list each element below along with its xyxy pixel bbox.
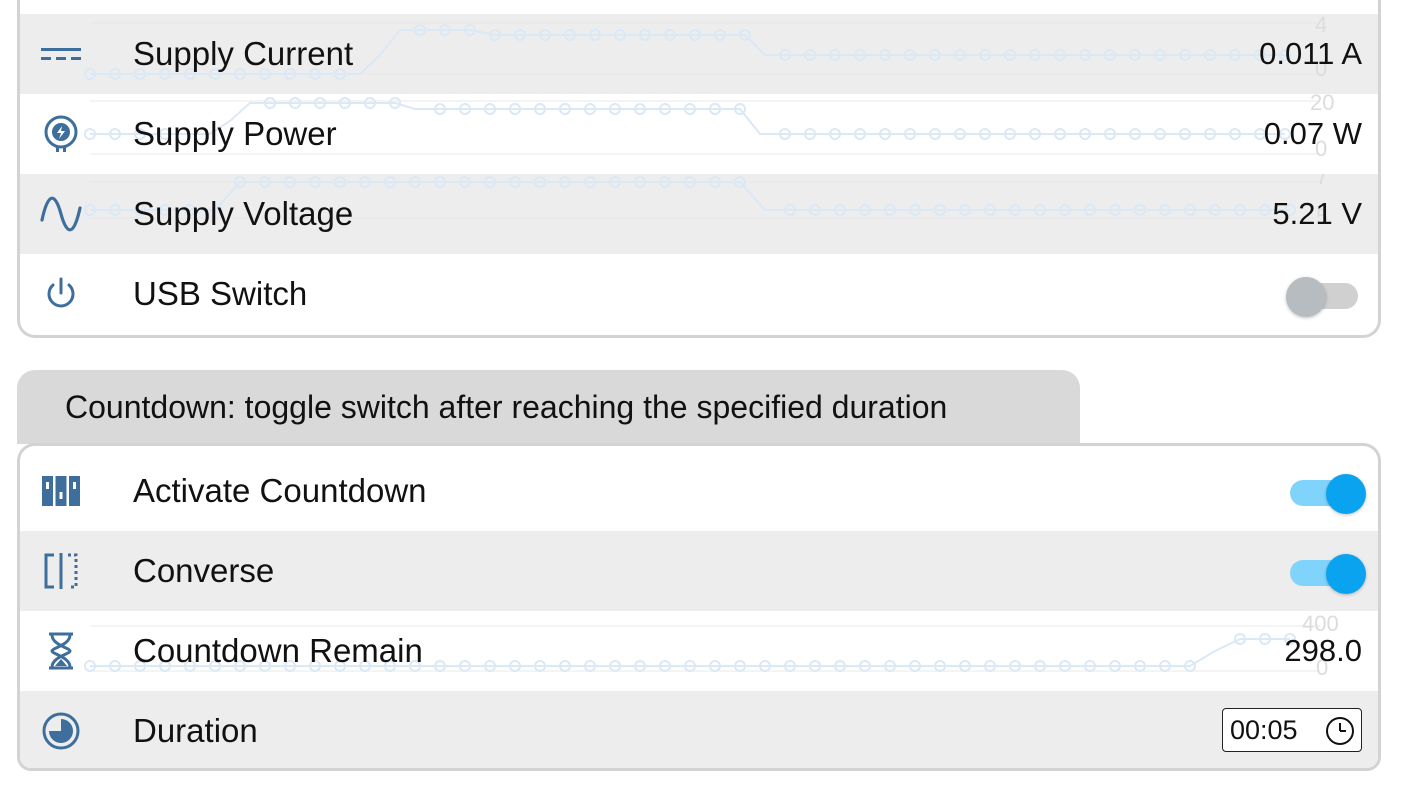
clock-icon[interactable] [1325, 716, 1355, 746]
toggle-knob [1326, 474, 1366, 514]
power-icon [38, 272, 84, 316]
row-label: Duration [133, 712, 258, 749]
section-title: Countdown: toggle switch after reaching … [65, 389, 948, 425]
row-label: Supply Current [133, 35, 354, 72]
duration-time-input[interactable]: 00:05 [1222, 708, 1362, 752]
row-usb-switch[interactable]: USB Switch [20, 254, 1378, 334]
toggle-knob [1286, 277, 1326, 317]
power-card: 4 0 Supply Current 0.011 A 20 0 Supply P… [17, 0, 1381, 338]
row-label: Supply Power [133, 115, 337, 152]
supply-voltage-value: 5.21 V [1272, 196, 1362, 231]
row-label: Supply Voltage [133, 195, 354, 232]
countdown-remain-value: 298.0 [1284, 633, 1362, 668]
duration-time-value: 00:05 [1230, 715, 1298, 745]
row-label: Converse [133, 552, 275, 589]
toggle-knob [1326, 554, 1366, 594]
row-label: USB Switch [133, 275, 308, 312]
countdown-bars-icon [38, 469, 84, 513]
usb-switch-toggle[interactable] [1286, 277, 1362, 317]
row-label: Countdown Remain [133, 632, 423, 669]
converse-icon [38, 549, 84, 593]
timer-icon [38, 709, 84, 753]
supply-power-value: 0.07 W [1263, 116, 1362, 151]
row-supply-power[interactable]: 20 0 Supply Power 0.07 W [20, 94, 1378, 174]
row-supply-current[interactable]: 4 0 Supply Current 0.011 A [20, 14, 1378, 94]
row-converse[interactable]: Converse [20, 531, 1378, 611]
supply-current-value: 0.011 A [1259, 36, 1362, 71]
row-countdown-remain[interactable]: 400 0 Countdown Remain 298.0 [20, 611, 1378, 691]
countdown-section-tab[interactable]: Countdown: toggle switch after reaching … [17, 370, 1080, 444]
countdown-card: Activate Countdown Converse 400 0 Countd… [17, 443, 1381, 771]
converse-toggle[interactable] [1286, 554, 1366, 594]
row-activate-countdown[interactable]: Activate Countdown [20, 451, 1378, 531]
row-duration[interactable]: Duration 00:05 [20, 691, 1378, 768]
activate-countdown-toggle[interactable] [1286, 474, 1366, 514]
row-label: Activate Countdown [133, 472, 427, 509]
row-supply-voltage[interactable]: 7 5 Supply Voltage 5.21 V [20, 174, 1378, 254]
